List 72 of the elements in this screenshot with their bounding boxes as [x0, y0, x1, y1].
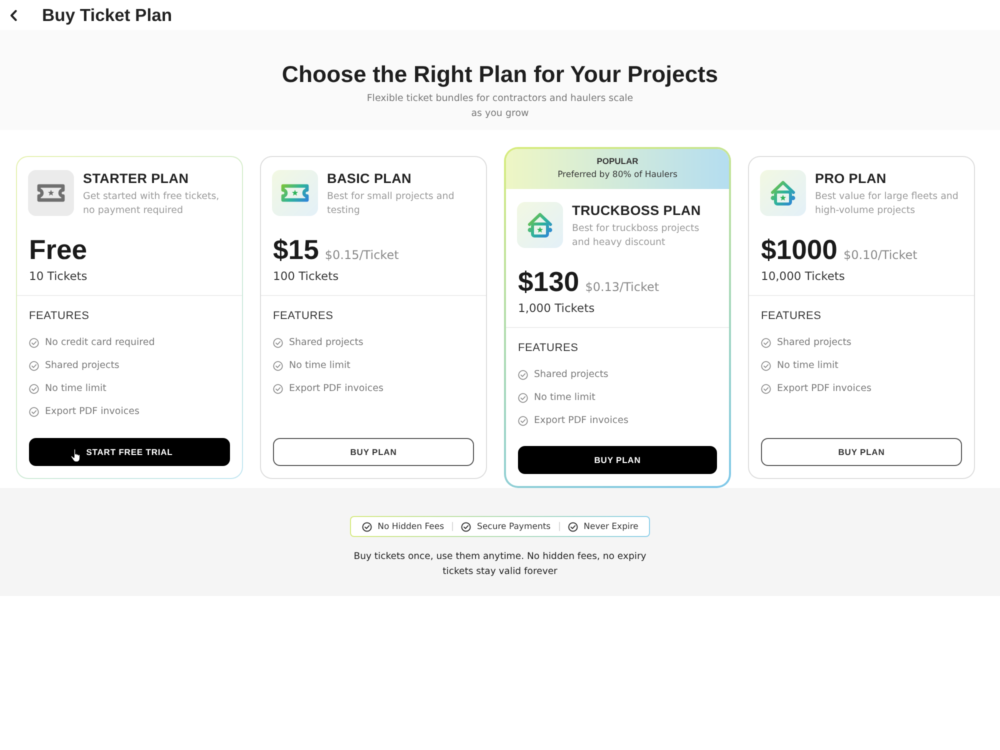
popular-caption: Preferred by 80% of Haulers	[558, 169, 678, 182]
features-heading: FEATURES	[518, 341, 580, 355]
feature-text: Export PDF invoices	[289, 382, 384, 396]
feature-text: No credit card required	[45, 336, 155, 350]
check-circle-icon	[518, 393, 528, 403]
plan-title: TRUCKBOSS PLAN	[572, 203, 702, 219]
plan-description: Get started with free tickets, no payment required	[83, 190, 220, 218]
check-circle-icon	[29, 338, 39, 348]
plan-price: $1000	[761, 235, 838, 265]
check-circle-icon	[273, 361, 283, 371]
price-per-ticket: $0.10/Ticket	[843, 248, 918, 262]
plan-title: STARTER PLAN	[83, 171, 190, 187]
plan-title: PRO PLAN	[815, 171, 888, 187]
check-circle-icon	[273, 338, 283, 348]
ticket-count: 10,000 Tickets	[760, 268, 846, 284]
plan-button[interactable]: BUY PLAN	[518, 446, 717, 474]
ticket-icon	[28, 170, 74, 216]
feature-text: Export PDF invoices	[777, 382, 872, 396]
plan-price: $15	[273, 235, 319, 265]
check-circle-icon	[761, 338, 771, 348]
plan-price: $130	[518, 267, 580, 297]
features-heading: FEATURES	[273, 309, 334, 323]
footer-note: Buy tickets once, use them anytime. No hidden fees, no expiry tickets stay valid forever	[352, 550, 648, 579]
check-circle-icon	[29, 407, 39, 417]
popular-label: POPULAR	[596, 155, 638, 168]
ticket-count: 1,000 Tickets	[517, 300, 596, 316]
house-icon	[760, 170, 806, 216]
feature-text: No time limit	[777, 359, 838, 373]
guarantee-label: Secure Payments	[477, 522, 551, 532]
check-circle-icon	[518, 416, 528, 426]
plan-description: Best for small projects and testing	[327, 190, 456, 218]
guarantee-label: No Hidden Fees	[378, 522, 444, 532]
feature-text: Shared projects	[45, 359, 120, 373]
check-circle-icon	[461, 522, 472, 532]
plan-button[interactable]: BUY PLAN	[761, 438, 962, 466]
ticket-count: 10 Tickets	[28, 268, 88, 284]
check-circle-icon	[761, 361, 771, 371]
features-heading: FEATURES	[761, 309, 822, 323]
feature-text: No time limit	[45, 382, 106, 396]
feature-text: Shared projects	[289, 336, 364, 350]
page-title: Buy Ticket Plan	[42, 5, 172, 25]
plan-button[interactable]: BUY PLAN	[273, 438, 474, 466]
section-heading: Choose the Right Plan for Your Projects	[280, 61, 720, 88]
check-circle-icon	[568, 522, 578, 532]
feature-text: Export PDF invoices	[45, 405, 140, 419]
check-circle-icon	[29, 361, 39, 371]
plan-title: BASIC PLAN	[327, 171, 413, 187]
feature-text: Export PDF invoices	[534, 414, 628, 428]
plan-button[interactable]: START FREE TRIAL	[29, 438, 230, 466]
feature-text: No time limit	[534, 391, 596, 405]
guarantee-label: Never Expire	[584, 522, 638, 532]
price-per-ticket: $0.15/Ticket	[324, 248, 399, 262]
check-circle-icon	[362, 522, 372, 532]
hand-cursor-icon	[70, 448, 82, 463]
check-circle-icon	[761, 384, 771, 394]
house-icon	[517, 202, 563, 248]
check-circle-icon	[29, 384, 39, 394]
check-circle-icon	[518, 370, 528, 380]
feature-text: Shared projects	[534, 368, 608, 382]
feature-text: Shared projects	[777, 336, 852, 350]
plan-description: Best value for large fleets and high-volume projects	[815, 190, 960, 218]
feature-text: No time limit	[289, 359, 350, 373]
features-heading: FEATURES	[29, 309, 90, 323]
section-subtitle: Flexible ticket bundles for contractors and haulers scale as you grow	[366, 92, 634, 121]
plan-price: Free	[29, 235, 88, 265]
ticket-count: 100 Tickets	[272, 268, 340, 284]
plan-description: Best for truckboss projects and heavy discount	[572, 222, 700, 250]
check-circle-icon	[273, 384, 283, 394]
chevron-left-icon	[10, 10, 17, 20]
ticket-icon	[272, 170, 318, 216]
back-button[interactable]	[9, 8, 18, 22]
price-per-ticket: $0.13/Ticket	[585, 280, 660, 294]
